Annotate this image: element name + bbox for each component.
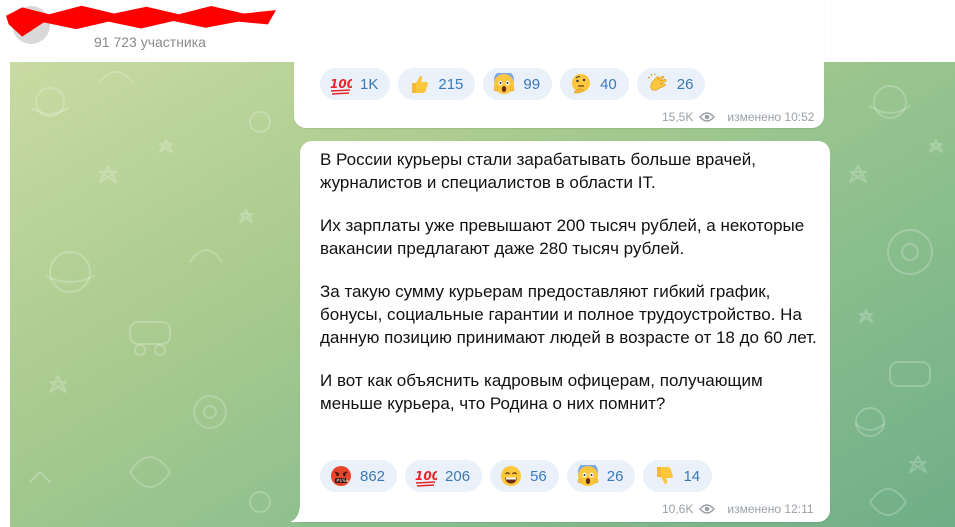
thinking-face-icon (572, 74, 591, 94)
reaction-hundred-points[interactable]: 100 1K (320, 68, 391, 100)
grinning-face-with-smiling-eyes-icon (501, 466, 522, 486)
previous-reactions: 100 1K 215 99 40 (320, 68, 706, 100)
reaction-screaming-face[interactable]: 26 (566, 460, 636, 492)
reaction-count: 40 (600, 75, 617, 93)
edited-time: изменено 10:52 (727, 110, 815, 124)
message-paragraph: В России курьеры стали зарабатывать боль… (320, 150, 756, 192)
reaction-count: 26 (606, 467, 624, 485)
message-paragraph: За такую сумму курьерам предоставляют ги… (320, 282, 817, 347)
reaction-clapping-hands[interactable]: 26 (636, 68, 706, 100)
reaction-count: 1K (360, 75, 379, 93)
subscriber-count: 91 723 участника (94, 34, 206, 50)
reaction-thumbs-up[interactable]: 215 (398, 68, 476, 100)
view-count: 10,6K (662, 502, 694, 516)
reaction-count: 215 (438, 75, 464, 93)
hundred-points-icon: 100 (415, 469, 437, 487)
reaction-hundred-points[interactable]: 100 206 (405, 460, 483, 492)
thumbs-down-icon (657, 467, 674, 484)
message-paragraph: Их зарплаты уже превышают 200 тысяч рубл… (320, 216, 805, 258)
reaction-count: 26 (676, 75, 694, 93)
reaction-screaming-face[interactable]: 99 (483, 68, 553, 100)
thumbs-up-icon (412, 76, 429, 93)
view-count: 15,5K (662, 110, 694, 124)
reaction-face-with-symbols[interactable]: #$%& 862 (320, 460, 398, 492)
eye-icon (699, 504, 716, 514)
edited-time: изменено 12:11 (727, 502, 814, 516)
svg-text:100: 100 (415, 469, 437, 483)
clapping-hands-icon (647, 73, 667, 91)
message-meta: 10,6K изменено 12:11 (662, 502, 814, 516)
left-gutter (0, 62, 10, 527)
svg-text:100: 100 (330, 77, 352, 91)
message-reactions: #$%& 862 100 206 56 26 (320, 460, 713, 492)
previous-message-bubble[interactable] (294, 0, 824, 128)
eye-icon (699, 112, 716, 122)
screaming-face-icon (494, 73, 515, 94)
message-tail (290, 503, 304, 522)
previous-message-meta: 15,5K изменено 10:52 (662, 110, 814, 124)
reaction-count: 206 (445, 467, 471, 485)
reaction-thumbs-down[interactable]: 14 (643, 460, 713, 492)
reaction-count: 862 (360, 467, 386, 485)
reaction-grinning-face[interactable]: 56 (490, 460, 559, 492)
reaction-count: 99 (523, 75, 541, 93)
message-text: В России курьеры стали зарабатывать боль… (320, 148, 820, 415)
screaming-face-icon (577, 465, 599, 486)
svg-text:#$%&: #$%& (336, 478, 349, 483)
message-paragraph: И вот как объяснить кадровым офицерам, п… (320, 371, 763, 413)
face-with-symbols-on-mouth-icon: #$%& (331, 466, 351, 486)
reaction-count: 56 (530, 467, 547, 485)
hundred-points-icon: 100 (330, 77, 352, 95)
reaction-thinking-face[interactable]: 40 (560, 68, 629, 100)
reaction-count: 14 (683, 467, 701, 485)
